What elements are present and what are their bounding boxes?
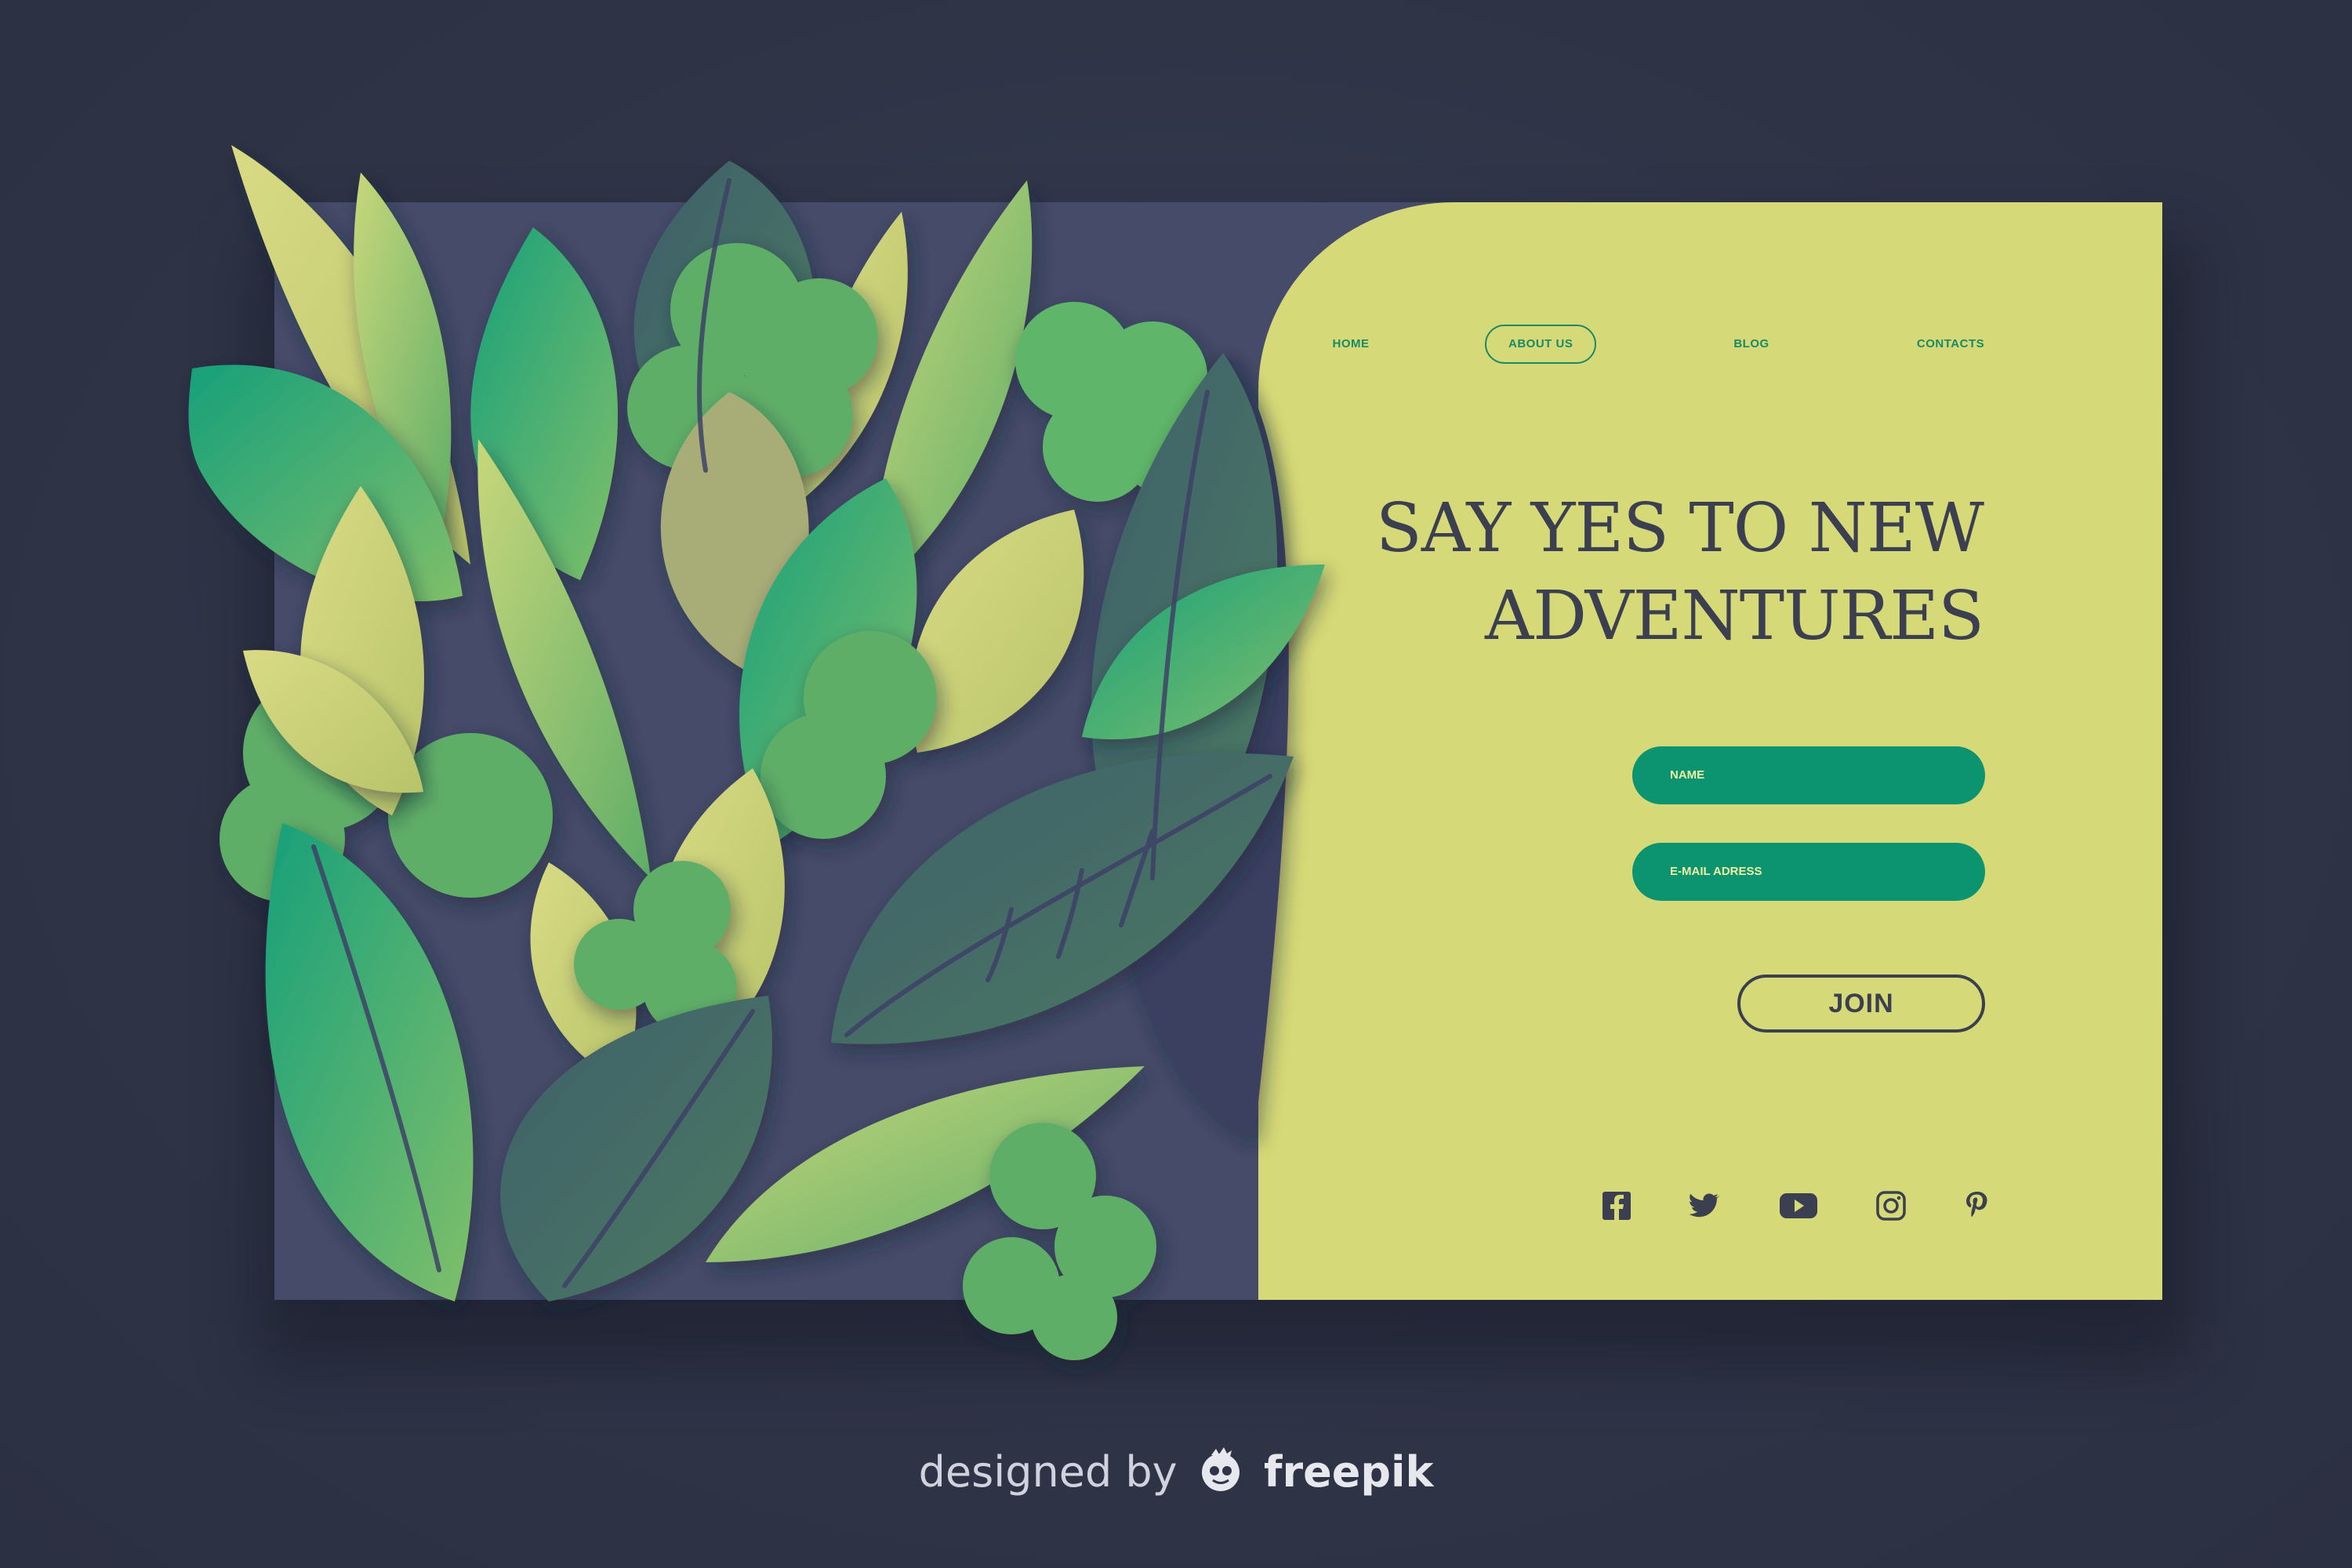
name-field[interactable]: NAME [1632, 746, 1985, 804]
credit-brand: freepik [1263, 1447, 1434, 1497]
facebook-icon[interactable] [1599, 1189, 1634, 1223]
nav-home[interactable]: HOME [1317, 331, 1385, 358]
email-field[interactable]: E-MAIL ADRESS [1632, 843, 1985, 901]
nav-about-us[interactable]: ABOUT US [1485, 325, 1597, 364]
youtube-icon[interactable] [1778, 1189, 1819, 1223]
credit-prefix: designed by [918, 1447, 1178, 1497]
headline-line-2: ADVENTURES [1485, 577, 1984, 655]
freepik-logo-icon [1201, 1447, 1240, 1491]
headline-line-1: SAY YES TO NEW [1375, 489, 1984, 568]
designer-credit: designed by freepik [0, 1443, 2352, 1497]
pinterest-icon[interactable] [1960, 1189, 1994, 1223]
nav-contacts[interactable]: CONTACTS [1910, 331, 1991, 358]
instagram-icon[interactable] [1874, 1189, 1908, 1223]
twitter-icon[interactable] [1687, 1189, 1722, 1223]
headline: SAY YES TO NEW ADVENTURES [1333, 485, 1984, 660]
nav-blog[interactable]: BLOG [1728, 331, 1775, 358]
join-button[interactable]: JOIN [1737, 975, 1985, 1033]
